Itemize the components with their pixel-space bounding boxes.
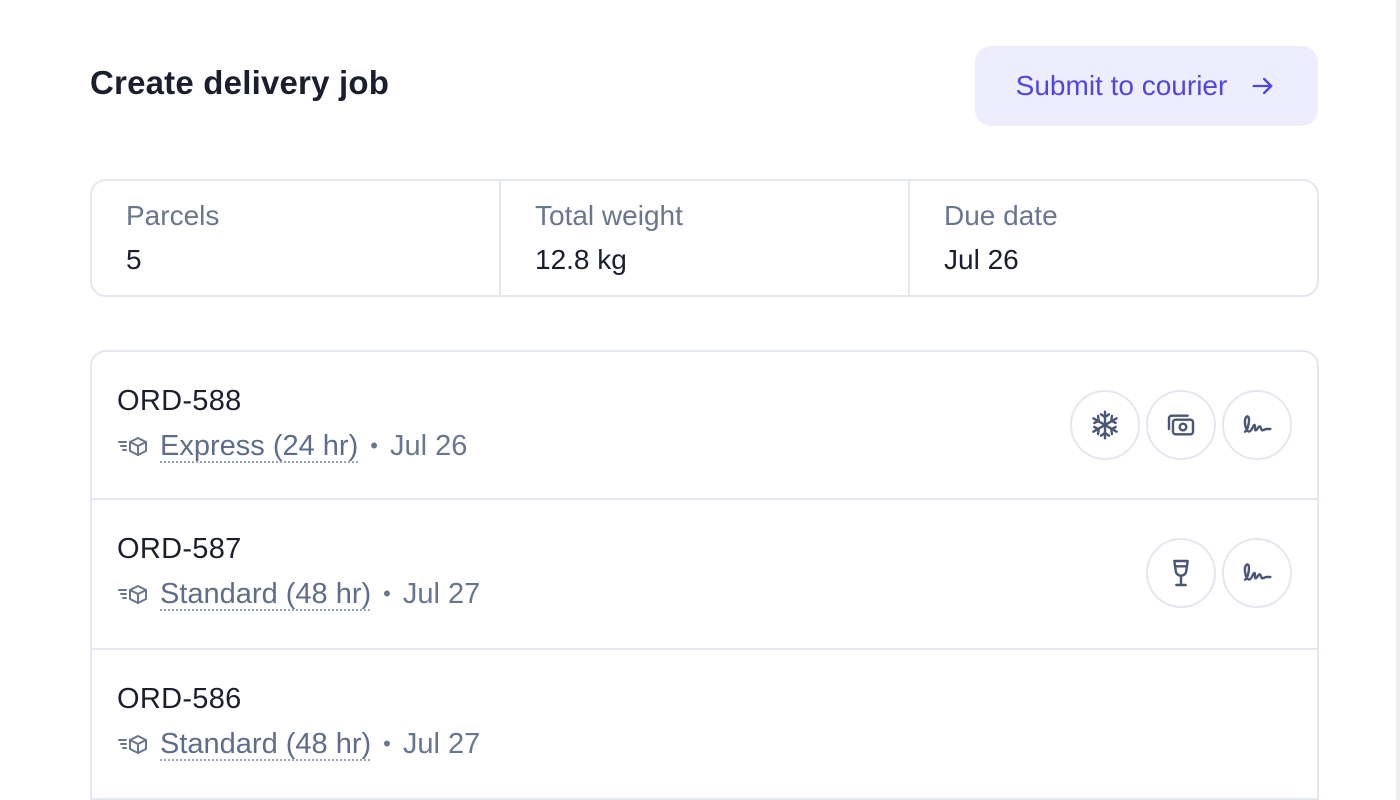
- arrow-right-icon: [1252, 77, 1273, 95]
- order-id: ORD-586: [117, 683, 242, 715]
- wine-glass-icon: [1173, 559, 1189, 587]
- submit-button-label: Submit to courier: [1015, 70, 1228, 101]
- stat-value: 5: [126, 244, 142, 275]
- service-level-link[interactable]: Express (24 hr): [160, 428, 358, 464]
- orders-list: ORD-588 Express (24 hr) • Jul 26 ORD-587…: [90, 350, 1319, 800]
- order-row[interactable]: ORD-586 Standard (48 hr) • Jul 27: [92, 650, 1317, 800]
- cash-icon: [1167, 414, 1195, 436]
- stat-due-date: Due date Jul 26: [910, 181, 1317, 295]
- separator: •: [370, 433, 378, 458]
- snowflake-icon: [1092, 410, 1118, 440]
- service-level-link[interactable]: Standard (48 hr): [160, 576, 371, 612]
- signature-icon: [1243, 415, 1272, 433]
- stat-total-weight: Total weight 12.8 kg: [501, 181, 910, 295]
- delivery-box-icon: [118, 585, 147, 604]
- separator: •: [383, 581, 391, 606]
- order-badges: [1146, 538, 1292, 608]
- submit-to-courier-button[interactable]: Submit to courier: [975, 46, 1318, 126]
- stat-label: Total weight: [535, 200, 683, 231]
- order-meta: Standard (48 hr) • Jul 27: [117, 576, 1317, 612]
- fragile-badge[interactable]: [1146, 538, 1216, 608]
- stat-value: 12.8 kg: [535, 244, 627, 275]
- summary-card: Parcels 5 Total weight 12.8 kg Due date …: [90, 179, 1319, 297]
- delivery-box-icon: [118, 437, 147, 456]
- page-title: Create delivery job: [90, 64, 390, 101]
- order-meta: Standard (48 hr) • Jul 27: [117, 726, 1317, 762]
- order-row[interactable]: ORD-587 Standard (48 hr) • Jul 27: [92, 500, 1317, 650]
- stat-label: Due date: [944, 200, 1058, 231]
- service-level-link[interactable]: Standard (48 hr): [160, 726, 371, 762]
- signature-icon: [1243, 563, 1272, 581]
- separator: •: [383, 731, 391, 756]
- order-date: Jul 26: [389, 430, 468, 462]
- order-date: Jul 27: [402, 578, 481, 610]
- scrollbar[interactable]: [1396, 0, 1400, 800]
- delivery-job-page: Create delivery job Submit to courier Pa…: [0, 0, 1400, 800]
- signature-required-badge[interactable]: [1222, 538, 1292, 608]
- order-badges: [1070, 390, 1292, 460]
- stat-parcels: Parcels 5: [92, 181, 501, 295]
- order-id: ORD-587: [117, 533, 242, 565]
- stat-label: Parcels: [126, 200, 220, 231]
- delivery-box-icon: [118, 735, 147, 754]
- cash-on-delivery-badge[interactable]: [1146, 390, 1216, 460]
- order-row[interactable]: ORD-588 Express (24 hr) • Jul 26: [92, 352, 1317, 500]
- order-date: Jul 27: [402, 728, 481, 760]
- stat-value: Jul 26: [944, 244, 1019, 275]
- cold-chain-badge[interactable]: [1070, 390, 1140, 460]
- signature-required-badge[interactable]: [1222, 390, 1292, 460]
